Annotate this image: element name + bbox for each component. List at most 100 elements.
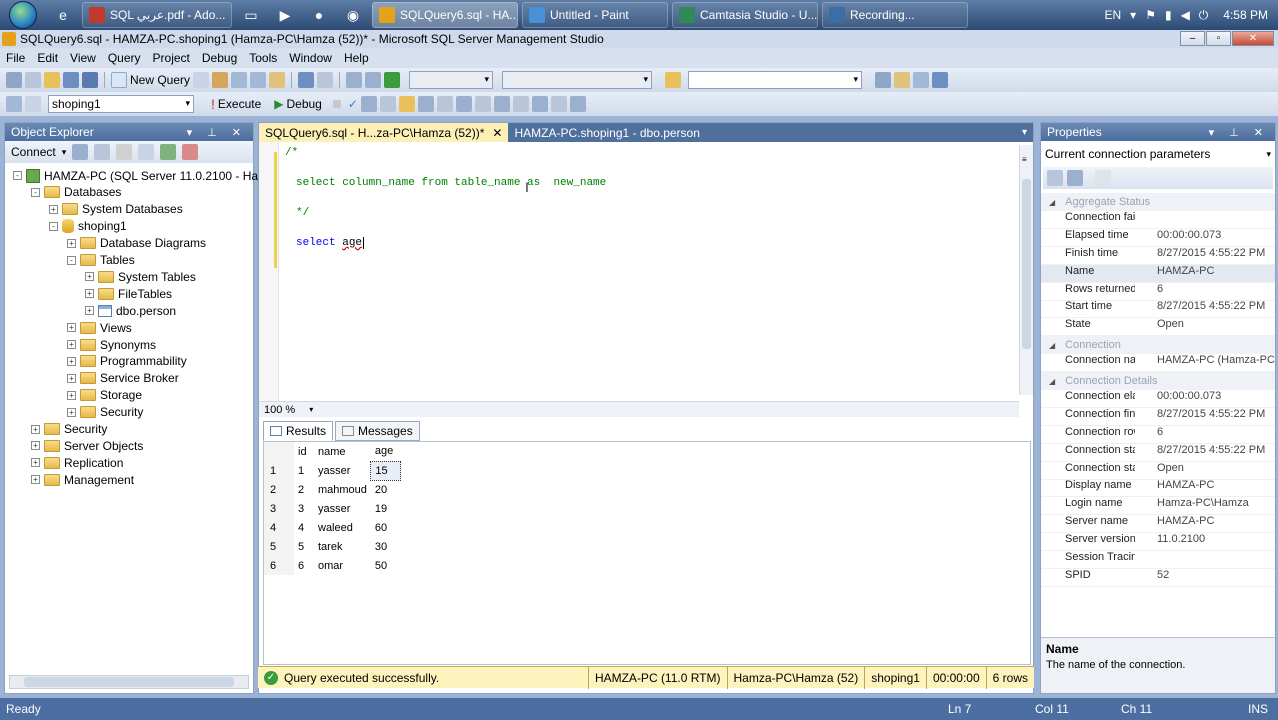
menu-debug[interactable]: Debug <box>196 51 243 65</box>
property-row[interactable]: Connection elaps 00:00:00.073 <box>1041 390 1275 408</box>
grid-row[interactable]: 3 3 yasser 19 <box>264 499 401 518</box>
grid-cell[interactable]: yasser <box>314 461 371 480</box>
alphabetical-icon[interactable] <box>1067 170 1083 186</box>
undo-icon[interactable] <box>298 72 315 88</box>
grid-cell[interactable]: 20 <box>371 480 401 499</box>
property-category[interactable]: ◢ Connection Details <box>1041 372 1275 390</box>
row-selector-header[interactable] <box>264 442 294 461</box>
connect-button[interactable]: Connect <box>11 145 56 159</box>
grid-cell[interactable]: 5 <box>294 537 314 556</box>
menu-edit[interactable]: Edit <box>31 51 64 65</box>
property-row[interactable]: Rows returned 6 <box>1041 283 1275 301</box>
property-row[interactable]: Display name HAMZA-PC <box>1041 479 1275 498</box>
activity-monitor-icon[interactable] <box>182 144 199 160</box>
uncomment-icon[interactable] <box>512 96 529 112</box>
redo-icon[interactable] <box>317 72 334 88</box>
expand-icon[interactable]: + <box>31 458 40 468</box>
menu-window[interactable]: Window <box>283 51 338 65</box>
increase-indent-icon[interactable] <box>550 96 567 112</box>
expand-icon[interactable]: + <box>85 289 94 299</box>
grid-row[interactable]: 2 2 mahmoud 20 <box>264 480 401 499</box>
property-row[interactable]: Login name Hamza-PC\Hamza <box>1041 497 1275 516</box>
results-to-grid-icon[interactable] <box>398 96 415 112</box>
tree-node[interactable]: + FileTables <box>85 285 172 302</box>
grid-cell[interactable]: 19 <box>371 499 401 518</box>
tray-expand-icon[interactable]: ▾ <box>1130 8 1136 22</box>
specify-values-icon[interactable] <box>569 96 586 112</box>
zoom-level[interactable]: 100 % <box>264 404 295 416</box>
save-icon[interactable] <box>63 72 79 88</box>
tab-dbo-person[interactable]: HAMZA-PC.shoping1 - dbo.person <box>508 123 705 142</box>
property-category[interactable]: ◢ Aggregate Status <box>1041 193 1275 211</box>
connect-dropdown-icon[interactable]: ▾ <box>62 147 67 158</box>
tree-node[interactable]: + Database Diagrams <box>67 235 206 252</box>
taskbar-task-recording[interactable]: Recording... <box>822 2 968 28</box>
menu-tools[interactable]: Tools <box>243 51 283 65</box>
results-to-text-icon[interactable] <box>417 96 434 112</box>
expand-icon[interactable]: + <box>31 424 40 434</box>
tree-node[interactable]: + Server Objects <box>31 437 143 454</box>
taskbar-task-ssms[interactable]: SQLQuery6.sql - HA... <box>372 2 518 28</box>
menu-view[interactable]: View <box>64 51 102 65</box>
chrome-icon[interactable]: ◉ <box>338 3 368 27</box>
scrollbar-thumb[interactable] <box>24 677 234 687</box>
connect-server-icon[interactable] <box>72 144 89 160</box>
expand-icon[interactable]: + <box>31 441 40 451</box>
menu-file[interactable]: File <box>0 51 31 65</box>
tab-sqlquery6[interactable]: SQLQuery6.sql - H...za-PC\Hamza (52))* ✕ <box>259 123 509 142</box>
grid-cell[interactable]: waleed <box>314 518 371 537</box>
language-indicator[interactable]: EN <box>1104 8 1121 22</box>
grid-row[interactable]: 4 4 waleed 60 <box>264 518 401 537</box>
navigate-icon[interactable] <box>346 72 363 88</box>
network-icon[interactable]: ▮ <box>1165 8 1172 22</box>
parse-icon[interactable]: ✓ <box>348 97 358 111</box>
debug-button[interactable]: Debug <box>286 97 321 111</box>
zoom-dropdown-icon[interactable]: ▾ <box>309 405 313 414</box>
toolbox-icon[interactable] <box>913 72 930 88</box>
property-pages-icon[interactable] <box>1095 170 1111 186</box>
clock[interactable]: 4:58 PM <box>1223 8 1268 22</box>
row-number[interactable]: 6 <box>264 556 294 575</box>
grid-cell[interactable]: mahmoud <box>314 480 371 499</box>
volume-icon[interactable]: ◀ <box>1181 8 1190 22</box>
available-databases-dropdown[interactable]: shoping1 ▾ <box>48 95 194 113</box>
pin-icon[interactable]: ▾ ⊥ ✕ <box>1209 126 1269 139</box>
taskbar-task-pdf[interactable]: SQL عربي.pdf - Ado... <box>82 2 232 28</box>
media-player-icon[interactable]: ▶ <box>270 3 300 27</box>
grid-cell[interactable]: omar <box>314 556 371 575</box>
taskbar-task-camtasia[interactable]: Camtasia Studio - U... <box>672 2 818 28</box>
collapse-arrow-icon[interactable]: ◢ <box>1049 341 1055 350</box>
flag-icon[interactable]: ⚑ <box>1145 8 1156 22</box>
grid-cell[interactable]: 15 <box>370 460 402 481</box>
tree-node[interactable]: + Storage <box>67 387 142 404</box>
power-icon[interactable]: ⏻ <box>1199 8 1209 23</box>
row-number[interactable]: 4 <box>264 518 294 537</box>
pin-icon[interactable]: ▾ ⊥ ✕ <box>187 126 247 139</box>
collapse-icon[interactable]: - <box>67 255 76 265</box>
tree-node[interactable]: - HAMZA-PC (SQL Server 11.0.2100 - Hamz <box>13 167 274 184</box>
search-dropdown[interactable]: ▾ <box>688 71 863 89</box>
property-row[interactable]: Connection start t 8/27/2015 4:55:22 PM <box>1041 444 1275 462</box>
collapse-icon[interactable]: - <box>13 171 22 180</box>
comment-icon[interactable] <box>493 96 510 112</box>
tree-node[interactable]: + Security <box>31 421 107 438</box>
cut-icon[interactable] <box>231 72 248 88</box>
add-item-icon[interactable] <box>25 72 41 88</box>
solution-explorer-icon[interactable] <box>875 72 892 88</box>
tree-node[interactable]: + Replication <box>31 454 123 471</box>
new-query-button[interactable]: New Query <box>130 73 190 87</box>
tree-node[interactable]: + System Tables <box>85 268 196 285</box>
collapse-arrow-icon[interactable]: ◢ <box>1049 377 1055 386</box>
tree-node[interactable]: + Views <box>67 319 132 336</box>
expand-icon[interactable]: + <box>85 306 94 316</box>
expand-icon[interactable]: + <box>31 475 40 485</box>
row-number[interactable]: 2 <box>264 480 294 499</box>
expand-icon[interactable]: + <box>67 407 76 417</box>
execute-button[interactable]: Execute <box>218 97 261 111</box>
menu-project[interactable]: Project <box>147 51 196 65</box>
editor-vertical-scrollbar[interactable]: ≡ <box>1019 145 1033 395</box>
taskbar-task-paint[interactable]: Untitled - Paint <box>522 2 668 28</box>
property-row[interactable]: Start time 8/27/2015 4:55:22 PM <box>1041 300 1275 319</box>
property-row[interactable]: Connection name HAMZA-PC (Hamza-PC <box>1041 354 1275 373</box>
save-all-icon[interactable] <box>82 72 98 88</box>
